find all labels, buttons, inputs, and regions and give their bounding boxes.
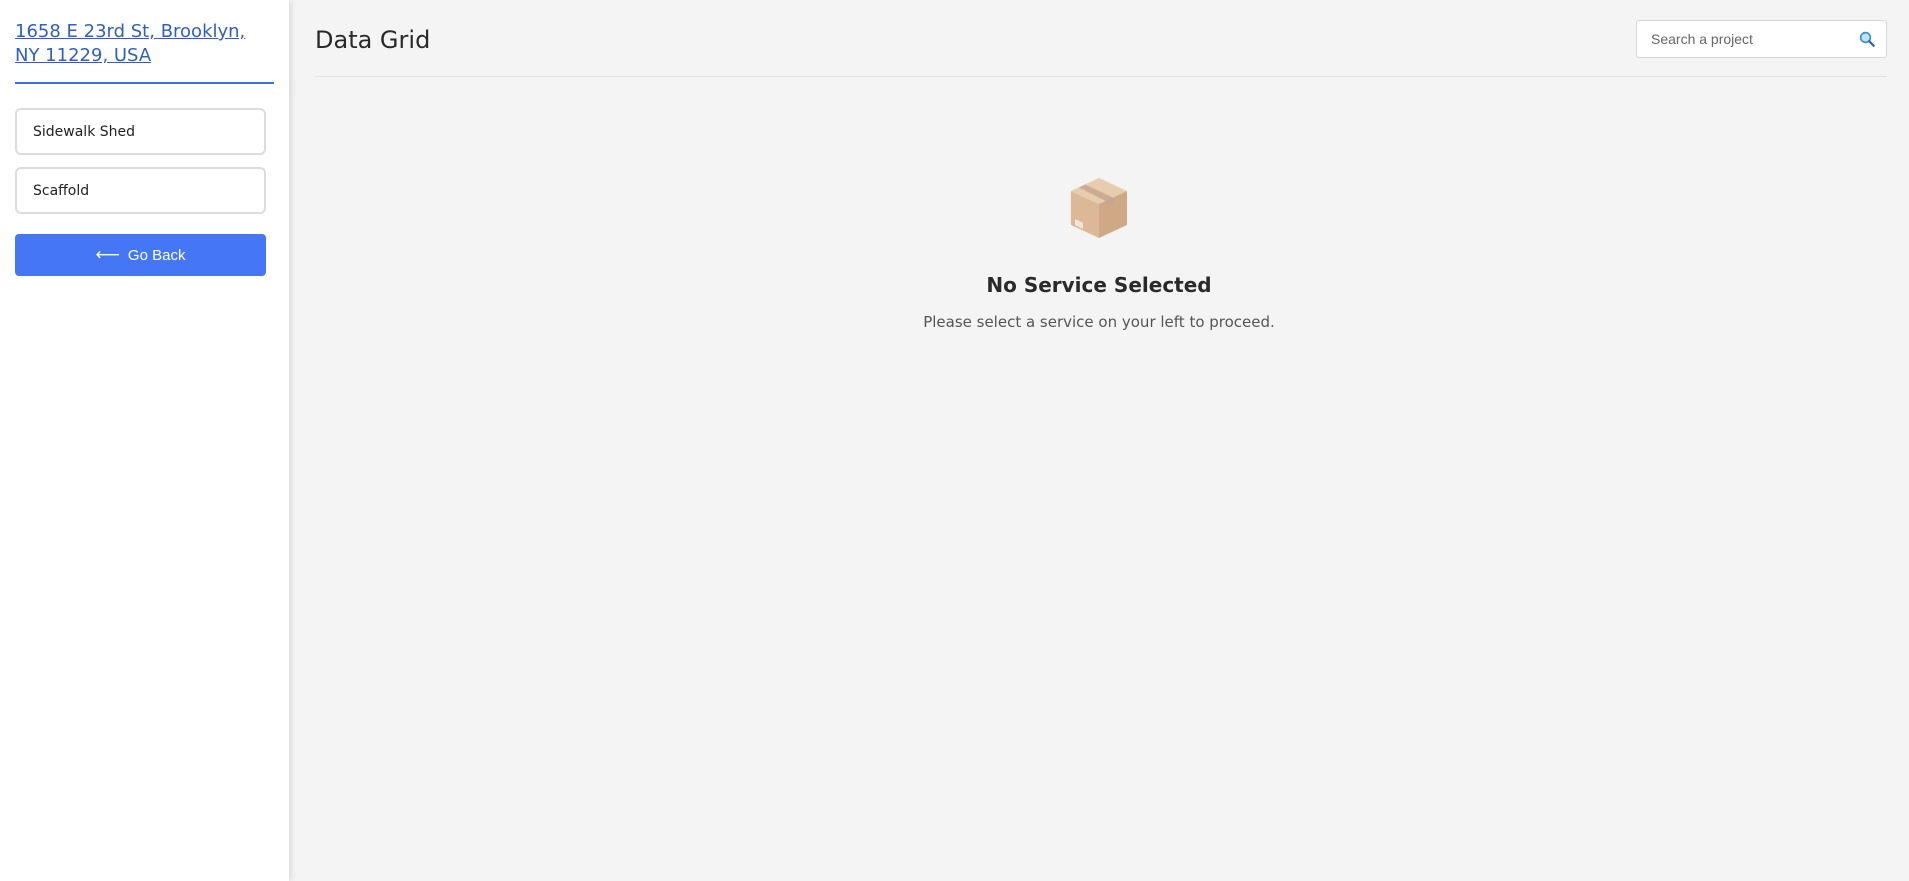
go-back-button[interactable]: ⟵ Go Back [15,234,266,276]
go-back-label: Go Back [127,246,186,264]
service-label: Scaffold [33,182,90,199]
package-box-icon [1071,178,1127,238]
empty-state-title: No Service Selected [986,273,1212,297]
sidebar: 1658 E 23rd St, Brooklyn, NY 11229, USA … [0,0,289,881]
page-title: Data Grid [315,26,431,54]
app-root: 1658 E 23rd St, Brooklyn, NY 11229, USA … [0,0,1909,881]
search-icon[interactable] [1858,30,1876,48]
service-label: Sidewalk Shed [33,123,136,140]
service-scaffold-button[interactable]: Scaffold [15,167,266,214]
page-header: Data Grid [315,0,1887,77]
service-sidewalk-shed-button[interactable]: Sidewalk Shed [15,108,266,155]
main-content: Data Grid No Service Selected Please sel… [289,0,1909,881]
project-address-link[interactable]: 1658 E 23rd St, Brooklyn, NY 11229, USA [15,20,274,84]
search-box [1636,20,1887,58]
search-input[interactable] [1649,30,1858,48]
empty-state: No Service Selected Please select a serv… [289,174,1909,331]
empty-state-subtitle: Please select a service on your left to … [923,313,1275,331]
left-arrow-icon: ⟵ [95,245,120,264]
